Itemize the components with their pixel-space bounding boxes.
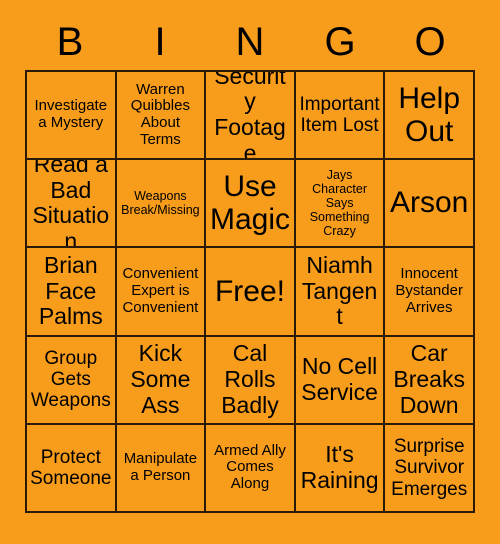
bingo-cell-label: Security Footage — [214, 72, 286, 161]
bingo-cell[interactable]: Convenient Expert is Convenient — [116, 248, 207, 337]
bingo-cell-label: Important Item Lost — [299, 93, 380, 137]
bingo-cell[interactable]: Cal Rolls Badly — [206, 336, 296, 425]
bingo-cell[interactable]: Investigate a Mystery — [27, 72, 117, 161]
bingo-cell-label: Use Magic — [209, 169, 290, 237]
bingo-header-letter-o: O — [414, 20, 446, 64]
bingo-card: B I N G O Investigate a Mystery Warren Quibbl… — [0, 0, 500, 544]
bingo-cell-label: Group Gets Weapons — [30, 347, 111, 412]
bingo-cell[interactable]: Weapons Break/Missing — [116, 160, 207, 249]
bingo-cell[interactable]: Kick Some Ass — [116, 336, 207, 425]
bingo-cell-label: Weapons Break/Missing — [121, 189, 200, 218]
bingo-cell[interactable]: Armed Ally Comes Along — [206, 424, 296, 513]
bingo-cell-label: Innocent Bystander Arrives — [395, 265, 463, 316]
bingo-cell[interactable]: It's Raining — [295, 424, 386, 513]
bingo-grid: Investigate a Mystery Warren Quibbles Abo… — [25, 70, 475, 513]
bingo-cell[interactable]: Arson — [385, 160, 475, 249]
bingo-cell[interactable]: Security Footage — [206, 72, 296, 161]
bingo-cell-label: Manipulate a Person — [123, 450, 198, 484]
bingo-free-space[interactable]: Free! — [206, 248, 296, 337]
bingo-cell-label: Investigate a Mystery — [34, 97, 108, 132]
bingo-header-letter-n: N — [235, 20, 265, 64]
bingo-cell-label: Niamh Tangent — [301, 251, 378, 330]
bingo-cell-label: Kick Some Ass — [130, 340, 191, 418]
bingo-header: BINGO — [25, 14, 475, 70]
bingo-cell[interactable]: Niamh Tangent — [295, 248, 386, 337]
bingo-cell-label: Protect Someone — [30, 446, 112, 489]
bingo-cell[interactable]: Protect Someone — [27, 424, 117, 513]
bingo-cell[interactable]: No Cell Service — [295, 336, 386, 425]
bingo-cell-label: No Cell Service — [301, 352, 378, 405]
bingo-cell-label: Cal Rolls Badly — [221, 340, 279, 418]
bingo-cell[interactable]: Read a Bad Situation — [27, 160, 117, 249]
bingo-cell[interactable]: Brian Face Palms — [27, 248, 117, 337]
bingo-cell[interactable]: Surprise Survivor Emerges — [385, 424, 475, 513]
bingo-cell-label: Help Out — [398, 81, 461, 149]
bingo-cell-label: Free! — [214, 274, 285, 308]
bingo-header-letter-i: I — [154, 20, 166, 64]
bingo-cell[interactable]: Car Breaks Down — [385, 336, 475, 425]
bingo-cell[interactable]: Help Out — [385, 72, 475, 161]
bingo-cell-label: Warren Quibbles About Terms — [130, 80, 190, 148]
bingo-cell[interactable]: Jays Character Says Something Crazy — [295, 160, 386, 249]
bingo-cell-label: Convenient Expert is Convenient — [122, 265, 199, 316]
bingo-header-letter-g: G — [324, 20, 356, 64]
bingo-cell-label: Surprise Survivor Emerges — [391, 435, 468, 500]
bingo-cell-label: Armed Ally Comes Along — [214, 441, 286, 493]
bingo-cell-label: Brian Face Palms — [38, 251, 103, 330]
bingo-cell-label: Read a Bad Situation — [32, 160, 110, 249]
bingo-cell[interactable]: Group Gets Weapons — [27, 336, 117, 425]
bingo-cell[interactable]: Innocent Bystander Arrives — [385, 248, 475, 337]
bingo-cell[interactable]: Use Magic — [206, 160, 296, 249]
bingo-cell-label: Arson — [390, 186, 469, 220]
bingo-cell[interactable]: Important Item Lost — [295, 72, 386, 161]
bingo-cell-label: Car Breaks Down — [393, 340, 465, 418]
bingo-cell[interactable]: Manipulate a Person — [116, 424, 207, 513]
bingo-header-letter-b: B — [56, 20, 84, 64]
bingo-cell-label: It's Raining — [300, 441, 379, 493]
bingo-cell-label: Jays Character Says Something Crazy — [309, 168, 370, 239]
bingo-cell[interactable]: Warren Quibbles About Terms — [116, 72, 207, 161]
